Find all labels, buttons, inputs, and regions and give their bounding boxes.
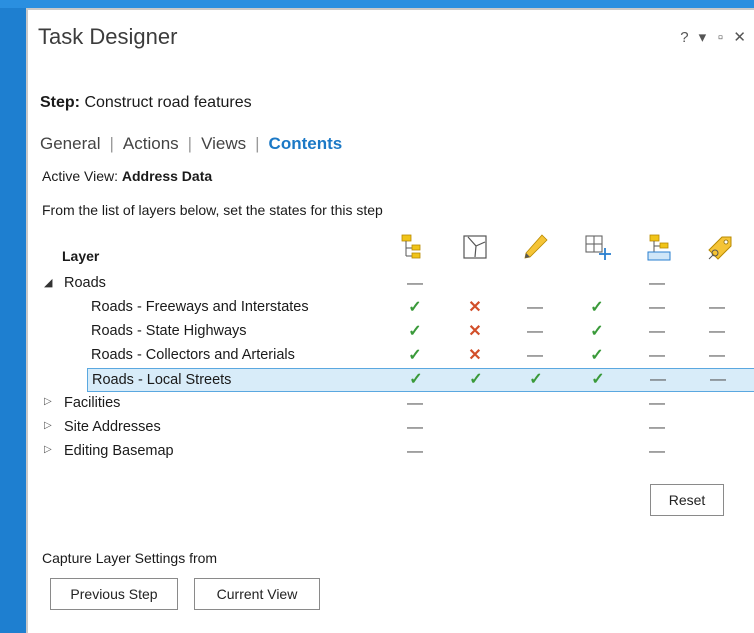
dash-icon[interactable]: —: [705, 368, 731, 392]
tab-contents[interactable]: Contents: [269, 134, 343, 154]
layer-group-row[interactable]: ◢ Roads — —: [42, 272, 754, 296]
check-icon[interactable]: ✓: [402, 296, 428, 320]
dash-icon[interactable]: —: [522, 296, 548, 320]
layer-group-row[interactable]: ▷ Facilities — —: [42, 392, 754, 416]
collapse-triangle-icon[interactable]: ◢: [44, 276, 52, 289]
check-icon[interactable]: ✓: [584, 344, 610, 368]
maximize-icon[interactable]: ▫: [715, 29, 725, 46]
layer-group-row[interactable]: ▷ Editing Basemap — —: [42, 440, 754, 464]
dash-icon[interactable]: —: [402, 416, 428, 440]
check-icon[interactable]: ✓: [585, 368, 611, 392]
step-label: Step:: [40, 94, 80, 111]
dash-icon[interactable]: —: [402, 440, 428, 464]
tab-views[interactable]: Views: [201, 134, 246, 154]
tab-separator: |: [255, 134, 260, 153]
desktop-background: [0, 0, 754, 8]
check-icon[interactable]: ✓: [402, 320, 428, 344]
labels-icon[interactable]: [704, 232, 734, 262]
step-name: Construct road features: [84, 94, 252, 111]
layer-properties-icon[interactable]: [644, 232, 674, 262]
capture-label: Capture Layer Settings from: [42, 550, 218, 566]
dash-icon[interactable]: —: [645, 368, 671, 392]
active-view-label: Active View:: [42, 168, 118, 184]
menu-dropdown-icon[interactable]: ▾: [697, 28, 707, 46]
dash-icon[interactable]: —: [402, 392, 428, 416]
check-icon[interactable]: ✓: [584, 296, 610, 320]
check-icon[interactable]: ✓: [523, 368, 549, 392]
tab-general[interactable]: General: [40, 134, 100, 154]
check-icon[interactable]: ✓: [402, 344, 428, 368]
dash-icon[interactable]: —: [522, 320, 548, 344]
tab-separator: |: [109, 134, 114, 153]
layer-label: Editing Basemap: [64, 443, 174, 459]
dash-icon[interactable]: —: [402, 272, 428, 296]
selectable-icon[interactable]: [460, 232, 490, 262]
layer-label: Roads - State Highways: [91, 323, 247, 339]
check-icon[interactable]: ✓: [584, 320, 610, 344]
dash-icon[interactable]: —: [522, 344, 548, 368]
tab-strip: General | Actions | Views | Contents: [40, 134, 342, 154]
layer-group-row[interactable]: ▷ Site Addresses — —: [42, 416, 754, 440]
layer-label: Facilities: [64, 395, 121, 411]
cross-icon[interactable]: ✕: [462, 320, 488, 344]
instructions-text: From the list of layers below, set the s…: [42, 202, 383, 218]
cross-icon[interactable]: ✕: [462, 344, 488, 368]
layer-label: Roads - Freeways and Interstates: [91, 299, 309, 315]
layer-row[interactable]: Roads - Collectors and Arterials ✓ ✕ — ✓ — —: [42, 344, 754, 368]
reset-button[interactable]: Reset: [650, 484, 724, 516]
layer-row[interactable]: Roads - Freeways and Interstates ✓ ✕ — ✓ — —: [42, 296, 754, 320]
active-view-value: Address Data: [121, 168, 213, 184]
layer-label: Roads - Collectors and Arterials: [91, 347, 295, 363]
tab-actions[interactable]: Actions: [123, 134, 179, 154]
visibility-icon[interactable]: [396, 232, 426, 262]
dash-icon[interactable]: —: [644, 296, 670, 320]
editable-icon[interactable]: [520, 232, 550, 262]
dash-icon[interactable]: —: [644, 344, 670, 368]
layer-column-header: Layer: [62, 248, 100, 264]
dash-icon[interactable]: —: [644, 440, 670, 464]
check-icon[interactable]: ✓: [463, 368, 489, 392]
dash-icon[interactable]: —: [644, 272, 670, 296]
active-view: Active View: Address Data: [42, 168, 212, 184]
snappable-icon[interactable]: [582, 232, 612, 262]
layer-label: Site Addresses: [64, 419, 161, 435]
layer-row[interactable]: Roads - Local Streets ✓ ✓ ✓ ✓ — —: [87, 368, 754, 392]
step-heading: Step: Construct road features: [40, 94, 252, 112]
dash-icon[interactable]: —: [644, 320, 670, 344]
tab-separator: |: [187, 134, 193, 153]
pane-title: Task Designer: [38, 24, 178, 49]
dash-icon[interactable]: —: [704, 344, 730, 368]
cross-icon[interactable]: ✕: [462, 296, 488, 320]
layer-row[interactable]: Roads - State Highways ✓ ✕ — ✓ — —: [42, 320, 754, 344]
current-view-button[interactable]: Current View: [194, 578, 320, 610]
expand-triangle-icon[interactable]: ▷: [44, 396, 52, 407]
window-controls: ? ▾ ▫ ✕: [679, 28, 746, 47]
check-icon[interactable]: ✓: [403, 368, 429, 392]
expand-triangle-icon[interactable]: ▷: [44, 444, 52, 455]
previous-step-button[interactable]: Previous Step: [50, 578, 178, 610]
help-icon[interactable]: ?: [679, 29, 689, 46]
dash-icon[interactable]: —: [644, 392, 670, 416]
task-designer-pane: Task Designer ? ▾ ▫ ✕ Step: Construct ro…: [26, 8, 754, 633]
dash-icon[interactable]: —: [704, 320, 730, 344]
close-icon[interactable]: ✕: [733, 28, 746, 46]
dash-icon[interactable]: —: [704, 296, 730, 320]
expand-triangle-icon[interactable]: ▷: [44, 420, 52, 431]
layer-label: Roads - Local Streets: [92, 372, 232, 388]
layer-label: Roads: [64, 275, 106, 291]
dash-icon[interactable]: —: [644, 416, 670, 440]
